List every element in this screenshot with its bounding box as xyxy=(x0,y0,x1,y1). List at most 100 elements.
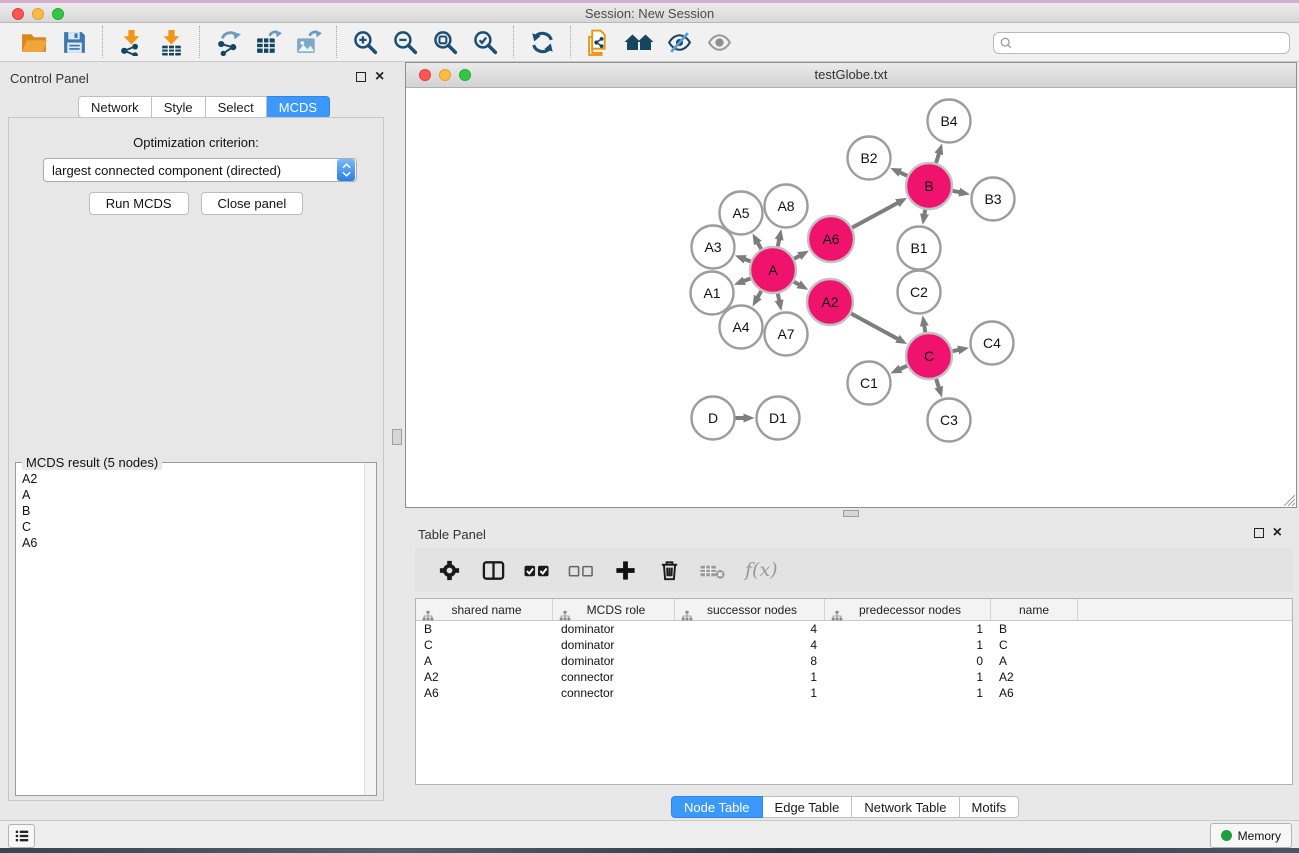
import-network-icon[interactable] xyxy=(114,26,148,58)
task-history-button[interactable] xyxy=(8,824,35,848)
table-row[interactable]: Bdominator41B xyxy=(416,621,1292,637)
zoom-in-icon[interactable] xyxy=(348,26,382,58)
tab-motifs[interactable]: Motifs xyxy=(960,796,1020,818)
edge-A-A6[interactable] xyxy=(794,255,800,258)
tab-network[interactable]: Network xyxy=(78,96,152,118)
edge-A-A2[interactable] xyxy=(794,282,800,285)
table-cell[interactable]: connector xyxy=(553,685,675,701)
open-folder-icon[interactable] xyxy=(17,26,51,58)
mcds-result-item[interactable]: A xyxy=(22,487,364,503)
float-table-panel-icon[interactable] xyxy=(1254,528,1264,538)
table-cell[interactable]: B xyxy=(991,621,1078,637)
network-view-window[interactable]: testGlobe.txt AA1A2A3A4A5A6A7A8BB1B2B3B4… xyxy=(405,62,1297,508)
table-row[interactable]: Adominator80A xyxy=(416,653,1292,669)
float-panel-icon[interactable] xyxy=(356,72,366,82)
table-cell[interactable]: A xyxy=(416,653,553,669)
edge-A6-B[interactable] xyxy=(852,203,898,228)
delete-column-icon[interactable] xyxy=(652,554,686,586)
table-cell[interactable]: 1 xyxy=(825,621,991,637)
close-panel-icon[interactable]: × xyxy=(375,72,384,82)
tab-node-table[interactable]: Node Table xyxy=(671,796,763,818)
resize-grip-icon[interactable] xyxy=(1281,492,1295,506)
column-header-name[interactable]: name xyxy=(991,599,1078,620)
table-cell[interactable]: dominator xyxy=(553,653,675,669)
table-cell[interactable]: dominator xyxy=(553,621,675,637)
table-cell[interactable]: A2 xyxy=(991,669,1078,685)
delete-table-icon[interactable] xyxy=(696,554,730,586)
close-table-panel-icon[interactable]: × xyxy=(1273,528,1282,538)
function-builder-icon[interactable]: f(x) xyxy=(745,559,778,581)
mcds-result-list[interactable]: A2ABCA6 xyxy=(16,465,364,795)
app-titlebar[interactable]: Session: New Session xyxy=(0,3,1299,23)
table-row[interactable]: Cdominator41C xyxy=(416,637,1292,653)
column-header-predecessor-nodes[interactable]: predecessor nodes xyxy=(825,599,991,620)
optimization-criterion-dropdown[interactable]: largest connected component (directed) xyxy=(43,158,357,182)
column-header-successor-nodes[interactable]: successor nodes xyxy=(675,599,825,620)
mcds-result-item[interactable]: A2 xyxy=(22,471,364,487)
save-icon[interactable] xyxy=(57,26,91,58)
tab-mcds[interactable]: MCDS xyxy=(267,96,330,118)
edge-A-A3[interactable] xyxy=(744,259,750,261)
table-cell[interactable]: 1 xyxy=(675,685,825,701)
edge-C-C2[interactable] xyxy=(924,325,925,332)
table-row[interactable]: A2connector11A2 xyxy=(416,669,1292,685)
split-view-icon[interactable] xyxy=(476,554,510,586)
export-network-icon[interactable] xyxy=(211,26,245,58)
show-panel-eye-icon[interactable] xyxy=(702,26,736,58)
search-input[interactable] xyxy=(1013,34,1289,52)
settings-gear-icon[interactable] xyxy=(432,554,466,586)
export-table-icon[interactable] xyxy=(251,26,285,58)
table-cell[interactable]: 0 xyxy=(825,653,991,669)
select-all-columns-icon[interactable] xyxy=(520,554,554,586)
zoom-out-icon[interactable] xyxy=(388,26,422,58)
edge-C-C1[interactable] xyxy=(900,366,908,369)
table-cell[interactable]: 8 xyxy=(675,653,825,669)
edge-B-B4[interactable] xyxy=(936,153,939,163)
mcds-result-item[interactable]: C xyxy=(22,519,364,535)
vertical-divider-handle[interactable] xyxy=(392,429,402,445)
tab-edge-table[interactable]: Edge Table xyxy=(763,796,853,818)
column-header-shared-name[interactable]: shared name xyxy=(416,599,553,620)
edge-C-C3[interactable] xyxy=(936,379,939,388)
table-cell[interactable]: 4 xyxy=(675,621,825,637)
table-cell[interactable]: 1 xyxy=(825,685,991,701)
table-cell[interactable]: C xyxy=(991,637,1078,653)
table-cell[interactable]: A6 xyxy=(416,685,553,701)
edge-A-A8[interactable] xyxy=(778,239,780,247)
add-column-icon[interactable] xyxy=(608,554,642,586)
copy-style-icon[interactable] xyxy=(582,26,616,58)
table-cell[interactable]: dominator xyxy=(553,637,675,653)
edge-B-B2[interactable] xyxy=(899,172,907,176)
import-table-icon[interactable] xyxy=(154,26,188,58)
result-scrollbar[interactable] xyxy=(364,463,376,795)
table-cell[interactable]: 1 xyxy=(825,669,991,685)
table-cell[interactable]: 1 xyxy=(825,637,991,653)
edge-A-A5[interactable] xyxy=(757,242,761,249)
zoom-selected-icon[interactable] xyxy=(468,26,502,58)
edge-B-B3[interactable] xyxy=(953,191,961,193)
export-image-icon[interactable] xyxy=(291,26,325,58)
table-cell[interactable]: B xyxy=(416,621,553,637)
horizontal-divider-handle[interactable] xyxy=(843,510,859,517)
node-table[interactable]: shared nameMCDS rolesuccessor nodesprede… xyxy=(415,598,1293,785)
table-cell[interactable]: A xyxy=(991,653,1078,669)
table-cell[interactable]: connector xyxy=(553,669,675,685)
edge-A-A4[interactable] xyxy=(757,291,761,298)
edge-A-A7[interactable] xyxy=(778,294,780,302)
network-window-titlebar[interactable]: testGlobe.txt xyxy=(406,63,1296,88)
unselect-columns-icon[interactable] xyxy=(564,554,598,586)
zoom-fit-icon[interactable] xyxy=(428,26,462,58)
edge-C-C4[interactable] xyxy=(953,350,960,351)
table-cell[interactable]: A2 xyxy=(416,669,553,685)
edge-A2-C[interactable] xyxy=(851,313,898,339)
table-row[interactable]: A6connector11A6 xyxy=(416,685,1292,701)
tab-network-table[interactable]: Network Table xyxy=(852,796,959,818)
table-cell[interactable]: 4 xyxy=(675,637,825,653)
edge-B-B1[interactable] xyxy=(924,210,925,215)
edge-A-A1[interactable] xyxy=(743,278,750,281)
search-field[interactable] xyxy=(993,32,1290,54)
tab-select[interactable]: Select xyxy=(206,96,267,118)
table-cell[interactable]: A6 xyxy=(991,685,1078,701)
home-icon[interactable] xyxy=(622,26,656,58)
refresh-icon[interactable] xyxy=(525,26,559,58)
